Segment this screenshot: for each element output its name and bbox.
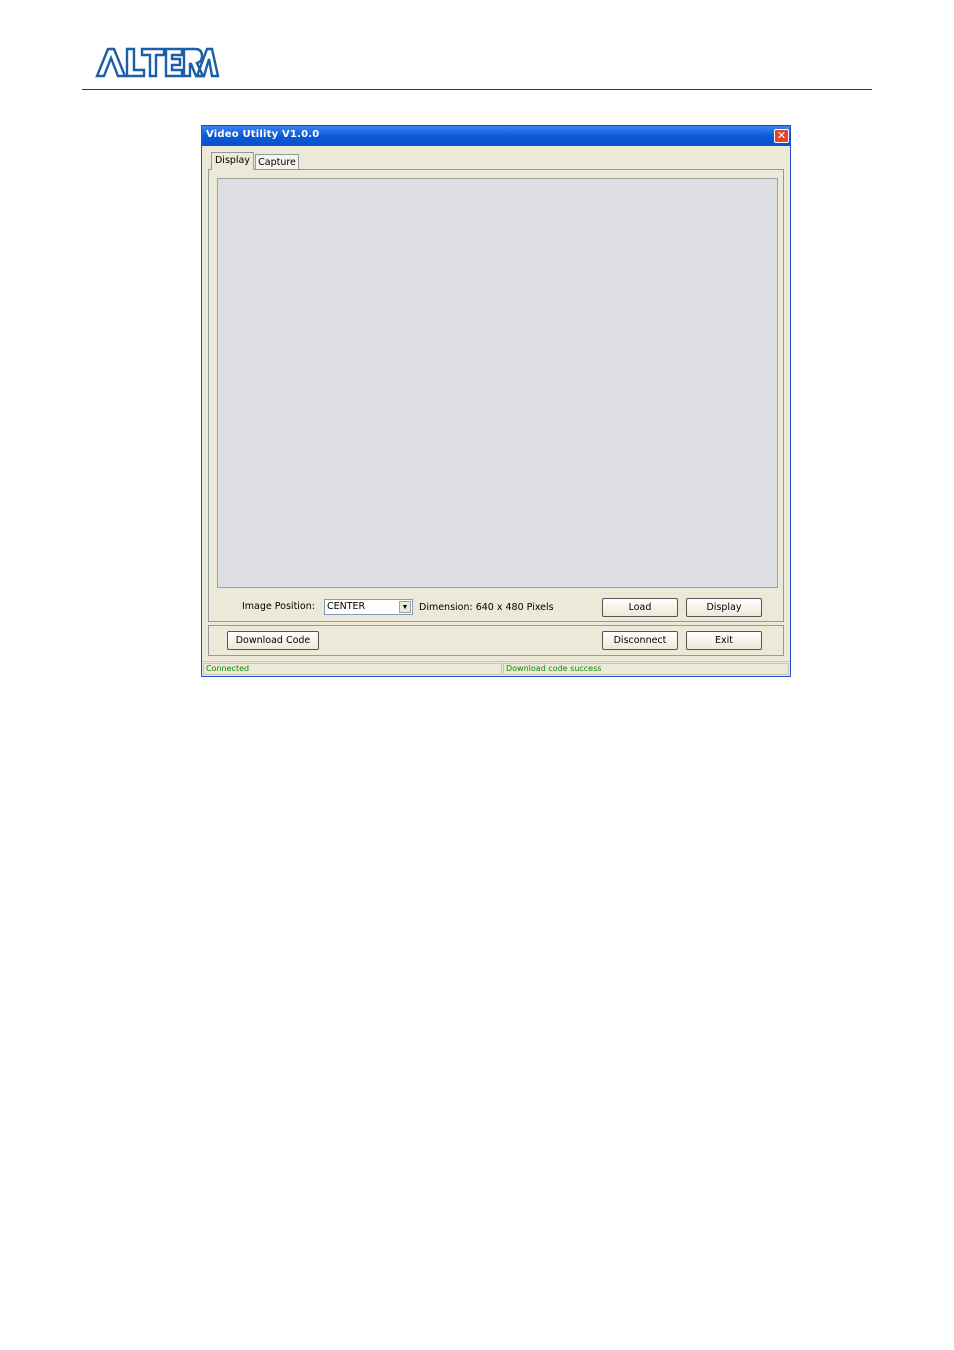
- status-message: Download code success: [503, 663, 789, 675]
- close-button[interactable]: ✕: [774, 129, 789, 143]
- header-rule: [82, 89, 872, 90]
- image-position-label: Image Position:: [242, 601, 315, 612]
- display-tab-panel: Image Position: CENTER ▼ Dimension: 640 …: [208, 169, 784, 622]
- image-position-value: CENTER: [327, 601, 366, 612]
- image-preview-area: [217, 178, 778, 588]
- title-bar[interactable]: Video Utility V1.0.0 ✕: [202, 126, 790, 146]
- bottom-button-group: Download Code Disconnect Exit: [208, 625, 784, 656]
- video-utility-window: Video Utility V1.0.0 ✕ Display Capture I…: [201, 125, 791, 677]
- status-bar: Connected Download code success: [202, 661, 790, 676]
- tab-capture[interactable]: Capture: [255, 154, 299, 170]
- load-button[interactable]: Load: [602, 598, 678, 617]
- chevron-down-icon[interactable]: ▼: [399, 601, 411, 613]
- dimension-text: Dimension: 640 x 480 Pixels: [419, 602, 554, 613]
- window-title: Video Utility V1.0.0: [206, 129, 320, 140]
- altera-logo: [94, 45, 220, 79]
- tab-display[interactable]: Display: [211, 152, 254, 170]
- status-connection: Connected: [203, 663, 502, 675]
- download-code-button[interactable]: Download Code: [227, 631, 319, 650]
- display-button[interactable]: Display: [686, 598, 762, 617]
- exit-button[interactable]: Exit: [686, 631, 762, 650]
- disconnect-button[interactable]: Disconnect: [602, 631, 678, 650]
- image-position-select[interactable]: CENTER ▼: [324, 599, 413, 615]
- close-icon: ✕: [776, 129, 787, 142]
